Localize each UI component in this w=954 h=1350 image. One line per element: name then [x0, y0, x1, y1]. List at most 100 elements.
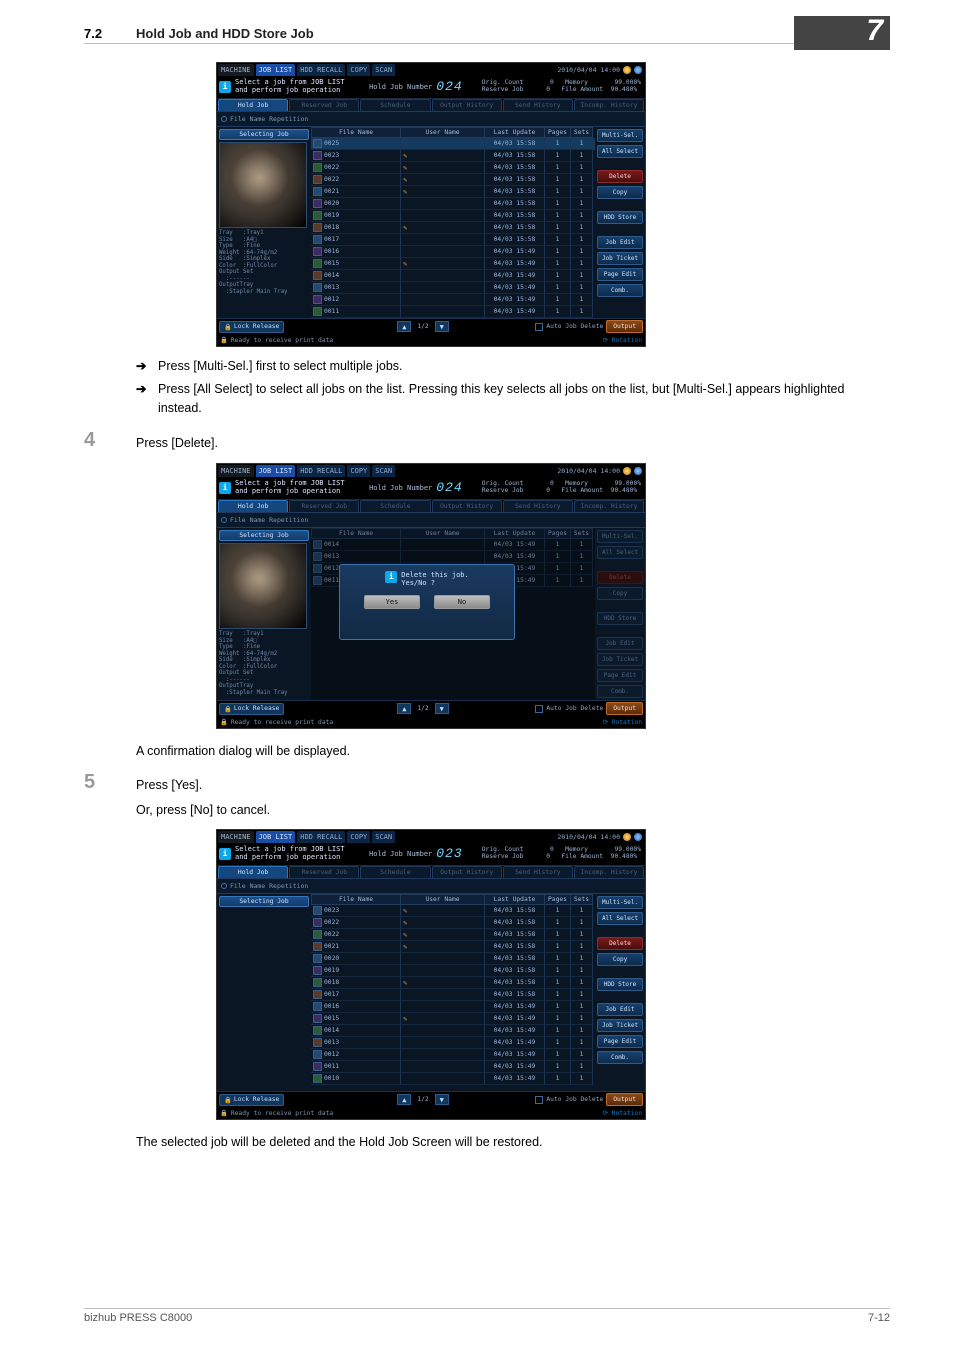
- table-row[interactable]: 0022 ✎ 04/03 15:58 1 1: [311, 929, 595, 941]
- lock-release-button[interactable]: 🔒Lock Release: [219, 703, 284, 715]
- delete-button[interactable]: Delete: [597, 937, 643, 950]
- job-edit-button[interactable]: Job Edit: [597, 1003, 643, 1016]
- copy-button[interactable]: Copy: [597, 587, 643, 600]
- job-ticket-button[interactable]: Job Ticket: [597, 653, 643, 666]
- output-button[interactable]: Output: [606, 702, 643, 715]
- tab-hdd-recall[interactable]: HDD RECALL: [297, 465, 345, 477]
- table-row[interactable]: 0017 04/03 15:58 1 1: [311, 234, 595, 246]
- job-ticket-button[interactable]: Job Ticket: [597, 252, 643, 265]
- delete-button[interactable]: Delete: [597, 170, 643, 183]
- copy-button[interactable]: Copy: [597, 186, 643, 199]
- col-updated[interactable]: Last Update: [485, 127, 545, 138]
- file-name-repetition-toggle[interactable]: File Name Repetition: [217, 512, 645, 527]
- col-pages[interactable]: Pages: [545, 894, 571, 905]
- selecting-job-button[interactable]: Selecting Job: [219, 530, 309, 541]
- subtab-send-history[interactable]: Send History: [503, 866, 573, 878]
- subtab-output-history[interactable]: Output History: [432, 99, 502, 111]
- tab-machine[interactable]: MACHINE: [218, 465, 254, 477]
- tab-scan[interactable]: SCAN: [372, 465, 395, 477]
- all-select-button[interactable]: All Select: [597, 145, 643, 158]
- table-row[interactable]: 0013 04/03 15:49 1 1: [311, 282, 595, 294]
- table-row[interactable]: 0022 ✎ 04/03 15:58 1 1: [311, 174, 595, 186]
- table-row[interactable]: 0014 04/03 15:49 1 1: [311, 1025, 595, 1037]
- tab-machine[interactable]: MACHINE: [218, 831, 254, 843]
- file-name-repetition-toggle[interactable]: File Name Repetition: [217, 111, 645, 126]
- table-row[interactable]: 0023 ✎ 04/03 15:58 1 1: [311, 905, 595, 917]
- table-row[interactable]: 0016 04/03 15:49 1 1: [311, 246, 595, 258]
- subtab-schedule[interactable]: Schedule: [360, 500, 430, 512]
- subtab-schedule[interactable]: Schedule: [360, 866, 430, 878]
- page-down-button[interactable]: ▼: [435, 703, 449, 714]
- page-up-button[interactable]: ▲: [397, 703, 411, 714]
- copy-button[interactable]: Copy: [597, 953, 643, 966]
- table-row[interactable]: 0016 04/03 15:49 1 1: [311, 1001, 595, 1013]
- tab-joblist[interactable]: JOB LIST: [256, 64, 296, 76]
- table-row[interactable]: 0019 04/03 15:58 1 1: [311, 965, 595, 977]
- output-button[interactable]: Output: [606, 320, 643, 333]
- table-row[interactable]: 0020 04/03 15:58 1 1: [311, 953, 595, 965]
- col-file[interactable]: File Name: [311, 894, 401, 905]
- table-row[interactable]: 0023 ✎ 04/03 15:58 1 1: [311, 150, 595, 162]
- col-sets[interactable]: Sets: [571, 894, 593, 905]
- selecting-job-button[interactable]: Selecting Job: [219, 129, 309, 140]
- multi-sel-button[interactable]: Multi-Sel.: [597, 530, 643, 543]
- hdd-store-button[interactable]: HDD Store: [597, 978, 643, 991]
- subtab-send-history[interactable]: Send History: [503, 500, 573, 512]
- rotation-indicator[interactable]: ⟳ Rotation: [603, 337, 642, 344]
- table-row[interactable]: 0022 ✎ 04/03 15:58 1 1: [311, 917, 595, 929]
- subtab-hold-job[interactable]: Hold Job: [218, 500, 288, 512]
- tab-copy[interactable]: COPY: [347, 831, 370, 843]
- auto-delete-checkbox[interactable]: [535, 323, 543, 331]
- subtab-hold-job[interactable]: Hold Job: [218, 99, 288, 111]
- multi-sel-button[interactable]: Multi-Sel.: [597, 129, 643, 142]
- subtab-incomp-history[interactable]: Incomp. History: [574, 99, 644, 111]
- table-row[interactable]: 0018 ✎ 04/03 15:58 1 1: [311, 222, 595, 234]
- col-user[interactable]: User Name: [401, 894, 485, 905]
- col-pages[interactable]: Pages: [545, 127, 571, 138]
- job-edit-button[interactable]: Job Edit: [597, 236, 643, 249]
- power-icon[interactable]: [634, 66, 642, 74]
- lock-release-button[interactable]: 🔒Lock Release: [219, 1094, 284, 1106]
- multi-sel-button[interactable]: Multi-Sel.: [597, 896, 643, 909]
- table-row[interactable]: 0019 04/03 15:58 1 1: [311, 210, 595, 222]
- no-button[interactable]: No: [434, 595, 490, 609]
- table-row[interactable]: 0015 ✎ 04/03 15:49 1 1: [311, 1013, 595, 1025]
- table-row[interactable]: 0011 04/03 15:49 1 1: [311, 306, 595, 318]
- page-edit-button[interactable]: Page Edit: [597, 669, 643, 682]
- job-edit-button[interactable]: Job Edit: [597, 637, 643, 650]
- page-edit-button[interactable]: Page Edit: [597, 1035, 643, 1048]
- tab-scan[interactable]: SCAN: [372, 64, 395, 76]
- rotation-indicator[interactable]: ⟳ Rotation: [603, 1110, 642, 1117]
- hdd-store-button[interactable]: HDD Store: [597, 211, 643, 224]
- subtab-hold-job[interactable]: Hold Job: [218, 866, 288, 878]
- selecting-job-button[interactable]: Selecting Job: [219, 896, 309, 907]
- tab-hdd-recall[interactable]: HDD RECALL: [297, 64, 345, 76]
- col-user[interactable]: User Name: [401, 127, 485, 138]
- page-edit-button[interactable]: Page Edit: [597, 268, 643, 281]
- help-icon[interactable]: [623, 66, 631, 74]
- tab-copy[interactable]: COPY: [347, 465, 370, 477]
- subtab-output-history[interactable]: Output History: [432, 866, 502, 878]
- power-icon[interactable]: [634, 833, 642, 841]
- help-icon[interactable]: [623, 467, 631, 475]
- table-row[interactable]: 0010 04/03 15:49 1 1: [311, 1073, 595, 1085]
- subtab-incomp-history[interactable]: Incomp. History: [574, 866, 644, 878]
- col-updated[interactable]: Last Update: [485, 894, 545, 905]
- col-sets[interactable]: Sets: [571, 127, 593, 138]
- power-icon[interactable]: [634, 467, 642, 475]
- subtab-schedule[interactable]: Schedule: [360, 99, 430, 111]
- table-row[interactable]: 0021 ✎ 04/03 15:58 1 1: [311, 941, 595, 953]
- tab-hdd-recall[interactable]: HDD RECALL: [297, 831, 345, 843]
- tab-copy[interactable]: COPY: [347, 64, 370, 76]
- col-file[interactable]: File Name: [311, 127, 401, 138]
- hdd-store-button[interactable]: HDD Store: [597, 612, 643, 625]
- subtab-incomp-history[interactable]: Incomp. History: [574, 500, 644, 512]
- output-button[interactable]: Output: [606, 1093, 643, 1106]
- table-row[interactable]: 0022 ✎ 04/03 15:58 1 1: [311, 162, 595, 174]
- all-select-button[interactable]: All Select: [597, 546, 643, 559]
- subtab-send-history[interactable]: Send History: [503, 99, 573, 111]
- table-row[interactable]: 0015 ✎ 04/03 15:49 1 1: [311, 258, 595, 270]
- page-down-button[interactable]: ▼: [435, 321, 449, 332]
- all-select-button[interactable]: All Select: [597, 912, 643, 925]
- table-row[interactable]: 0018 ✎ 04/03 15:58 1 1: [311, 977, 595, 989]
